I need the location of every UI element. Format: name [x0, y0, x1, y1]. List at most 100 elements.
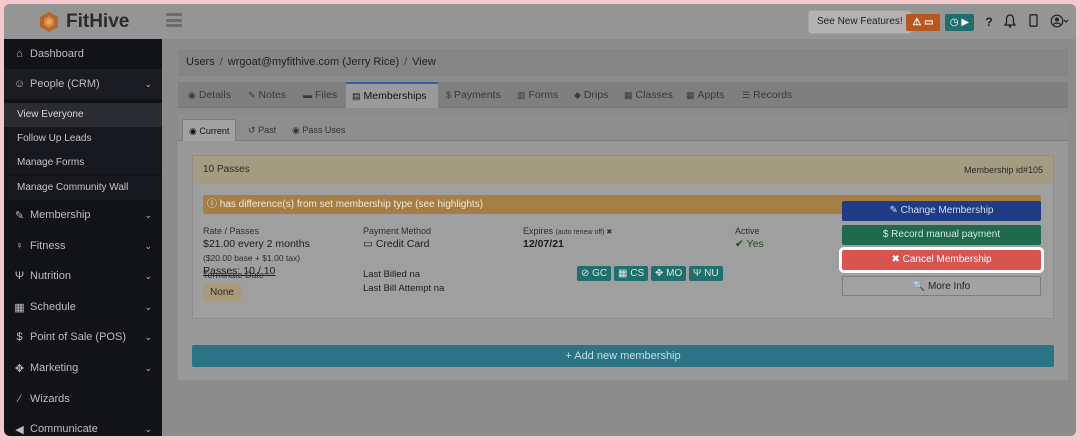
sidebar-item-point-of-sale[interactable]: $ Point of Sale (POS) ⌄	[4, 322, 162, 352]
tag-nu-button[interactable]: Ψ NU	[689, 266, 723, 281]
breadcrumb-user-link[interactable]: wrgoat@myfithive.com (Jerry Rice)	[228, 56, 399, 68]
sidebar-item-label: Fitness	[30, 240, 66, 252]
sidebar-subitem-view-everyone[interactable]: View Everyone	[4, 103, 162, 127]
rate-breakdown: ($20.00 base + $1.00 tax)	[203, 253, 301, 263]
tab-drips[interactable]: ◆ Drips	[568, 82, 614, 108]
sidebar-item-label: Wizards	[30, 393, 70, 405]
user-menu-icon[interactable]	[1050, 14, 1070, 30]
check-circle-icon: ◉	[292, 125, 300, 135]
logo[interactable]: FitHive	[38, 11, 129, 33]
membership-subtabs: ◉ Current ↺ Past ◉ Pass Uses	[178, 115, 1068, 141]
utensils-icon: Ψ	[14, 270, 25, 282]
expires-label: Expires (auto renew off) ✖	[523, 226, 613, 236]
check-circle-icon: ◉	[189, 126, 197, 136]
active-value: ✔ Yes	[735, 238, 764, 250]
change-membership-button[interactable]: ✎ Change Membership	[842, 201, 1041, 221]
memberships-panel: ◉ Current ↺ Past ◉ Pass Uses 10 Passes M…	[178, 115, 1068, 380]
question-icon[interactable]: ?	[983, 14, 995, 30]
sidebar-item-label: Schedule	[30, 301, 76, 313]
auto-renew-note[interactable]: (auto renew off) ✖	[556, 229, 613, 236]
see-new-features-button[interactable]: See New Features!	[809, 11, 911, 33]
sidebar-item-membership[interactable]: ✎ Membership ⌄	[4, 200, 162, 230]
forms-icon: ▥	[517, 90, 526, 100]
bell-icon[interactable]	[1003, 14, 1017, 30]
tab-payments[interactable]: $ Payments	[440, 82, 507, 108]
chevron-down-icon: ⌄	[144, 301, 152, 312]
fitness-icon: ♀	[15, 240, 24, 252]
edit-icon: ✎	[14, 209, 25, 222]
sidebar-subitem-follow-up-leads[interactable]: Follow Up Leads	[4, 127, 162, 151]
tab-forms[interactable]: ▥ Forms	[511, 82, 564, 108]
calendar-icon: ▦	[686, 90, 695, 100]
membership-title: 10 Passes	[203, 164, 250, 175]
id-card-icon: ▤	[352, 91, 361, 101]
folder-icon: ▬	[303, 90, 312, 100]
history-icon: ↺	[248, 125, 256, 135]
membership-card: 10 Passes Membership id#105 ⓘ has differ…	[192, 155, 1054, 319]
tab-memberships[interactable]: ▤ Memberships	[346, 82, 438, 108]
rate-label: Rate / Passes	[203, 226, 260, 236]
breadcrumb-current: View	[412, 56, 436, 68]
sidebar-item-fitness[interactable]: ♀ Fitness ⌄	[4, 231, 162, 261]
sidebar-item-nutrition[interactable]: Ψ Nutrition ⌄	[4, 261, 162, 291]
sidebar-item-dashboard[interactable]: ⌂ Dashboard	[4, 39, 162, 69]
menu-toggle-icon[interactable]	[166, 13, 182, 27]
tab-records[interactable]: ☰ Records	[736, 82, 798, 108]
record-manual-payment-button[interactable]: $ Record manual payment	[842, 225, 1041, 245]
tag-mo-button[interactable]: ✥ MO	[651, 266, 687, 281]
sidebar-item-schedule[interactable]: ▦ Schedule ⌄	[4, 292, 162, 322]
sidebar-item-people-crm[interactable]: ☺ People (CRM) ⌄	[4, 69, 162, 99]
expires-value: 12/07/21	[523, 238, 564, 250]
tag-cs-button[interactable]: ▦ CS	[614, 266, 649, 281]
top-bar: FitHive See New Features! ⚠ ▭ ◷ ▶ ?	[4, 4, 1076, 39]
chevron-down-icon: ⌄	[144, 78, 152, 89]
mobile-icon[interactable]	[1028, 14, 1038, 30]
list-icon: ☰	[742, 90, 751, 100]
sidebar-item-wizards[interactable]: ⁄ Wizards	[4, 384, 162, 414]
subtab-current[interactable]: ◉ Current	[182, 119, 237, 141]
chevron-down-icon: ⌄	[144, 270, 152, 281]
hive-logo-icon	[40, 12, 58, 32]
payment-method-label: Payment Method	[363, 226, 432, 236]
sidebar-subitem-manage-forms[interactable]: Manage Forms	[4, 151, 162, 175]
payment-method-value: ▭ Credit Card	[363, 238, 430, 250]
tab-appts[interactable]: ▦ Appts	[680, 82, 730, 108]
notes-icon: ✎	[248, 90, 256, 100]
user-circle-icon: ◉	[188, 90, 196, 100]
tab-notes[interactable]: ✎ Notes	[242, 82, 292, 108]
bullhorn-icon: ✥	[14, 362, 25, 375]
add-new-membership-button[interactable]: + Add new membership	[192, 345, 1054, 367]
alert-button[interactable]: ⚠ ▭	[906, 14, 940, 31]
tag-gc-button[interactable]: ⊘ GC	[577, 266, 612, 281]
chevron-down-icon: ⌄	[144, 362, 152, 373]
breadcrumb: Users / wrgoat@myfithive.com (Jerry Rice) /…	[178, 49, 1068, 76]
last-bill-attempt: Last Bill Attempt na	[363, 283, 445, 294]
people-icon: ☺	[13, 78, 26, 90]
calendar-icon: ▦	[14, 301, 25, 314]
user-tabs: ◉ Details ✎ Notes ▬ Files ▤ Memberships $ Pay…	[178, 82, 1068, 108]
sidebar-item-label: People (CRM)	[30, 78, 100, 90]
subtab-pass-uses[interactable]: ◉ Pass Uses	[286, 119, 351, 141]
dollar-icon: $	[446, 90, 452, 100]
calendar-icon: ▦	[624, 90, 633, 100]
dollar-icon: $	[16, 331, 23, 343]
tab-files[interactable]: ▬ Files	[297, 82, 343, 108]
timer-button[interactable]: ◷ ▶	[945, 14, 974, 31]
cancel-membership-button[interactable]: ✖ Cancel Membership	[842, 250, 1041, 270]
tab-classes[interactable]: ▦ Classes	[618, 82, 679, 108]
main-content: Users / wrgoat@myfithive.com (Jerry Rice) /…	[162, 39, 1076, 436]
sidebar-subitem-manage-community-wall[interactable]: Manage Community Wall	[4, 176, 162, 200]
sidebar: ⌂ Dashboard ☺ People (CRM) ⌄ View Everyo…	[4, 39, 162, 436]
sidebar-item-label: Communicate	[30, 423, 98, 435]
sidebar-item-label: Marketing	[30, 362, 79, 374]
breadcrumb-users-link[interactable]: Users	[186, 56, 215, 68]
sidebar-item-marketing[interactable]: ✥ Marketing ⌄	[4, 353, 162, 383]
terminate-label: Terminate Date	[203, 270, 265, 280]
drip-icon: ◆	[574, 90, 581, 100]
more-info-button[interactable]: 🔍 More Info	[842, 276, 1041, 296]
subtab-past[interactable]: ↺ Past	[242, 119, 282, 141]
sidebar-item-communicate[interactable]: ◀ Communicate ⌄	[4, 414, 162, 436]
tab-details[interactable]: ◉ Details	[182, 82, 237, 108]
app-window: FitHive See New Features! ⚠ ▭ ◷ ▶ ? ⌂ Da…	[4, 4, 1076, 436]
chevron-down-icon: ⌄	[144, 240, 152, 251]
